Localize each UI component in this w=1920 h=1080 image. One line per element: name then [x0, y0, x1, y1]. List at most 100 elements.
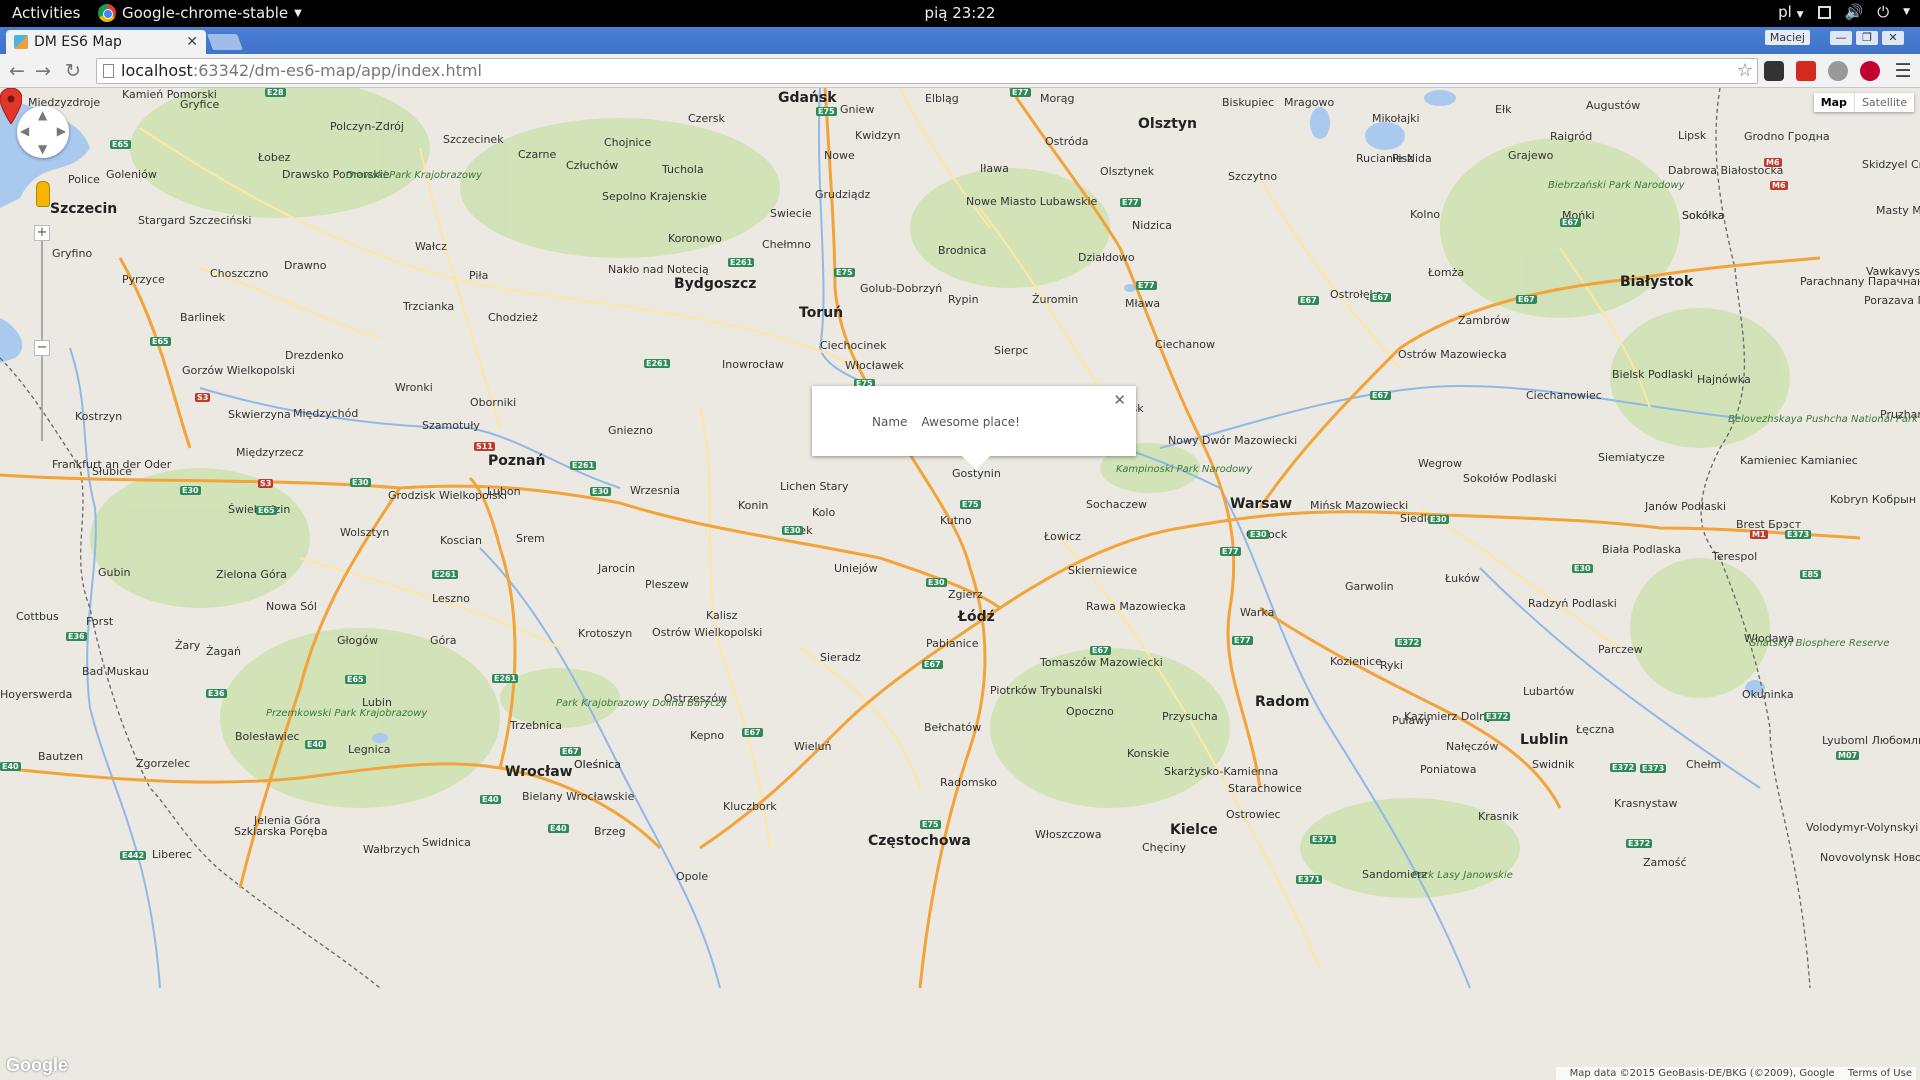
city-label: Czersk [688, 112, 725, 125]
city-label: Mragowo [1284, 96, 1335, 109]
city-label: Sokolka [1682, 209, 1725, 222]
city-label: Żuromin [1032, 293, 1079, 306]
pan-up-icon[interactable]: ▲ [38, 108, 47, 122]
map-type-satellite-button[interactable]: Satellite [1853, 93, 1914, 112]
road-shield: E261 [570, 461, 597, 470]
back-button[interactable]: ← [6, 60, 28, 82]
road-shield: E67 [1298, 296, 1319, 305]
pan-control[interactable]: ▲ ▼ ◀ ▶ [17, 106, 69, 158]
city-label: Kostrzyn [75, 410, 123, 423]
language-indicator[interactable]: pl ▼ [1778, 3, 1803, 21]
google-logo[interactable]: Google [6, 1055, 68, 1076]
browser-tab[interactable]: DM ES6 Map ✕ [6, 30, 206, 54]
attribution-text: Map data ©2015 GeoBasis-DE/BKG (©2009), … [1569, 1068, 1835, 1079]
city-label: Zgierz [948, 588, 983, 601]
road-shield: M07 [1836, 751, 1860, 760]
city-label: Ciechocinek [820, 339, 887, 352]
city-label: Zamość [1643, 856, 1687, 869]
city-label: Lyuboml Любомль [1822, 734, 1920, 747]
city-label: Konin [738, 499, 769, 512]
bookmark-star-icon[interactable]: ☆ [1737, 59, 1753, 83]
profile-badge[interactable]: Maciej [1764, 30, 1810, 45]
pan-right-icon[interactable]: ▶ [57, 124, 66, 138]
power-icon[interactable]: ⏻ [1877, 3, 1889, 21]
map-tiles [0, 88, 1861, 989]
city-label: Piła [469, 269, 489, 282]
city-label: Góra [430, 634, 457, 647]
new-tab-button[interactable] [207, 34, 243, 50]
city-label: Inowrocław [722, 358, 784, 371]
road-shield: E30 [1428, 515, 1449, 524]
road-shield: S3 [258, 479, 274, 488]
minimize-button[interactable]: — [1830, 31, 1852, 45]
city-label: Radomsko [940, 776, 998, 789]
city-label: Parachnany Парачнаны [1800, 275, 1920, 288]
pocket-extension-icon[interactable] [1764, 61, 1784, 81]
city-label: Nakło nad Notecią [608, 263, 709, 276]
restore-button[interactable]: ❐ [1856, 31, 1878, 45]
zoom-out-button[interactable]: − [34, 340, 50, 356]
city-label: Raigród [1550, 130, 1593, 143]
city-label: Chodzież [488, 311, 538, 324]
city-label: Ostrów Mazowiecka [1398, 348, 1507, 361]
activities-button[interactable]: Activities [12, 4, 80, 22]
city-label: Elbląg [925, 92, 959, 105]
extension-gray-icon[interactable] [1828, 61, 1848, 81]
chevron-down-icon[interactable]: ▼ [1903, 7, 1910, 17]
map-canvas[interactable]: Gdańsk Olsztyn Szczecin Bydgoszcz Toruń Biały… [0, 88, 1920, 1080]
city-label: Chełmno [762, 238, 811, 251]
park-label: Biebrzański Park Narodowy [1548, 180, 1685, 191]
city-label: Szczytno [1228, 170, 1278, 183]
map-type-map-button[interactable]: Map [1813, 93, 1854, 112]
zoom-in-button[interactable]: + [34, 225, 50, 241]
terms-of-use-link[interactable]: Terms of Use [1848, 1068, 1912, 1079]
city-label: Lubartów [1523, 685, 1575, 698]
road-shield: E30 [926, 578, 947, 587]
road-shield: E75 [920, 820, 941, 829]
city-label: Hoyerswerda [0, 688, 73, 701]
pan-left-icon[interactable]: ◀ [20, 124, 29, 138]
road-shield: E40 [0, 762, 21, 771]
screen-icon[interactable] [1817, 5, 1831, 19]
city-label: Rypin [948, 293, 979, 306]
volume-icon[interactable]: 🔊 [1845, 3, 1864, 21]
reload-button[interactable]: ↻ [62, 60, 84, 82]
road-shield: E67 [1370, 293, 1391, 302]
url-host: localhost [121, 61, 193, 80]
page-icon [103, 64, 114, 78]
city-label: Koronowo [668, 232, 722, 245]
street-view-pegman-icon[interactable] [36, 181, 50, 207]
pan-down-icon[interactable]: ▼ [38, 142, 47, 156]
city-label: Rawa Mazowiecka [1086, 600, 1186, 613]
city-label: Legnica [348, 743, 391, 756]
city-label: Zielona Góra [216, 568, 287, 581]
info-window-tail [962, 456, 990, 470]
close-window-button[interactable]: ✕ [1882, 31, 1904, 45]
road-shield: E261 [432, 570, 459, 579]
road-shield: S11 [474, 442, 495, 451]
city-label: Rucianie-Nida [1356, 152, 1432, 165]
road-shield: E36 [206, 689, 227, 698]
city-label: Swidnik [1532, 758, 1575, 771]
extension-red-icon[interactable] [1796, 61, 1816, 81]
city-label: Kazimierz Dolny [1404, 710, 1493, 723]
city-label: Lichen Stary [780, 480, 849, 493]
city-label: Wieluń [794, 740, 832, 753]
road-shield: E67 [1370, 391, 1391, 400]
city-label: Hajnówka [1697, 373, 1751, 386]
city-label: Mikołajki [1372, 112, 1420, 125]
close-tab-icon[interactable]: ✕ [186, 34, 198, 50]
forward-button[interactable]: → [32, 60, 54, 82]
info-window: ✕ Name Awesome place! [812, 386, 1136, 470]
address-bar[interactable]: localhost:63342/dm-es6-map/app/index.htm… [96, 58, 1758, 84]
map-type-control: Map Satellite [1813, 93, 1914, 112]
city-label: Sieradz [820, 651, 861, 664]
app-menu[interactable]: Google-chrome-stable ▼ [98, 4, 302, 22]
map-marker-icon[interactable] [0, 88, 22, 124]
adblock-extension-icon[interactable] [1860, 61, 1880, 81]
close-icon[interactable]: ✕ [1113, 391, 1126, 409]
city-label: Forst [86, 615, 114, 628]
city-label: Człuchów [566, 159, 619, 172]
city-label: Gryfice [180, 98, 220, 111]
menu-icon[interactable]: ☰ [1892, 60, 1914, 82]
